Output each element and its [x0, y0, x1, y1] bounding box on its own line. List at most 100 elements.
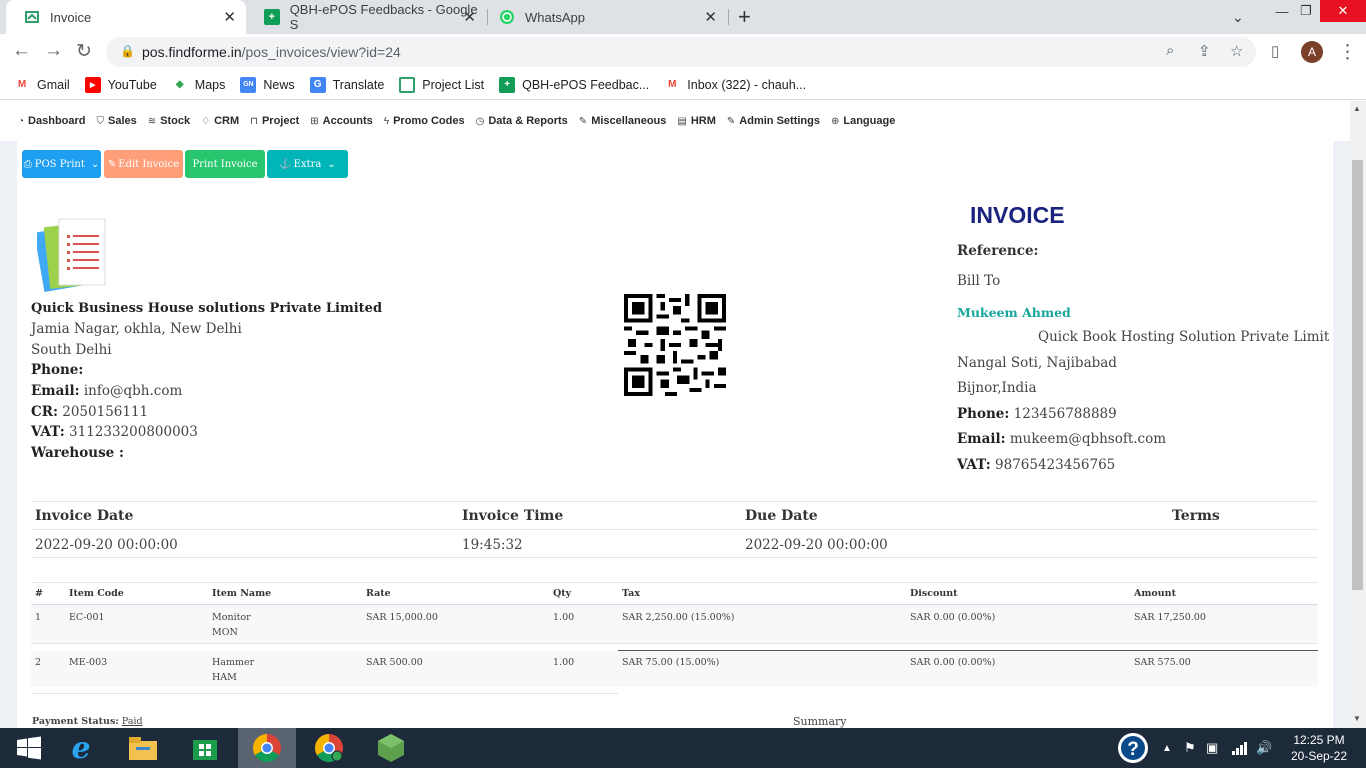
gmail-icon: M	[17, 79, 27, 90]
bookmark-translate[interactable]: G Translate	[309, 76, 385, 93]
edit-invoice-button[interactable]: ✎ Edit Invoice	[104, 150, 183, 178]
customer-vat: VAT: 98765423456765	[957, 457, 1115, 473]
minimize-button[interactable]: —	[1272, 0, 1292, 22]
chevron-down-icon: ⌄	[327, 158, 336, 170]
maps-icon: ◆	[175, 79, 184, 90]
menu-admin-settings[interactable]: ✎ Admin Settings	[727, 115, 820, 127]
bookmark-inbox[interactable]: M Inbox (322) - chauh...	[664, 77, 806, 93]
browser-tab-strip: Invoice ✕ + QBH-ePOS Feedbacks - Google …	[0, 0, 1366, 34]
print-invoice-button[interactable]: Print Invoice	[185, 150, 265, 178]
vat-value: 98765423456765	[995, 457, 1116, 473]
menu-dashboard[interactable]: ◔ Dashboard	[18, 115, 86, 127]
item-short-code: HAM	[212, 672, 237, 683]
vat-value: 311233200800003	[69, 424, 198, 440]
tray-chevron-up-icon[interactable]: ▲	[1162, 728, 1172, 768]
items-header-no: #	[35, 588, 43, 599]
side-panel-icon[interactable]: ▯	[1271, 42, 1279, 60]
browser-menu-icon[interactable]: ⋮	[1338, 41, 1357, 64]
menu-hrm[interactable]: ▤ HRM	[677, 115, 716, 127]
file-explorer-icon[interactable]	[114, 728, 172, 768]
bookmark-label: Translate	[332, 77, 385, 92]
bookmark-label: Maps	[194, 77, 226, 92]
scroll-up-icon[interactable]: ▲	[1353, 104, 1361, 113]
extra-button[interactable]: ⚓ Extra ⌄	[267, 150, 348, 178]
store-icon[interactable]	[176, 728, 234, 768]
vat-label: VAT:	[31, 424, 65, 440]
vat-label: VAT:	[957, 457, 991, 473]
chrome-profile-taskbar-icon[interactable]	[300, 728, 358, 768]
url-text[interactable]: pos.findforme.in/pos_invoices/view?id=24	[142, 44, 401, 60]
customer-phone: Phone: 123456788889	[957, 406, 1117, 422]
sheets-icon: +	[264, 9, 280, 25]
menu-promo-codes[interactable]: ϟ Promo Codes	[384, 115, 465, 127]
reload-icon[interactable]: ↻	[76, 40, 92, 63]
pos-print-button[interactable]: ⎙ POS Print ⌄	[22, 150, 101, 178]
menu-project[interactable]: ⊓ Project	[250, 115, 299, 127]
scroll-down-icon[interactable]: ▼	[1353, 714, 1361, 723]
chrome-taskbar-icon-active[interactable]	[238, 728, 296, 768]
menu-data-reports[interactable]: ◷ Data & Reports	[476, 115, 568, 127]
items-header-qty: Qty	[553, 588, 572, 599]
forward-icon[interactable]: →	[44, 40, 63, 62]
item-qty: 1.00	[553, 612, 575, 623]
table-divider	[31, 643, 1318, 644]
close-window-button[interactable]: ✕	[1320, 0, 1366, 22]
email-label: Email:	[31, 383, 80, 399]
customer-name-link[interactable]: Mukeem Ahmed	[957, 305, 1071, 320]
bookmark-maps[interactable]: ◆ Maps	[172, 77, 226, 93]
menu-accounts[interactable]: ⊞ Accounts	[310, 115, 373, 127]
volume-icon[interactable]: 🔊	[1256, 728, 1272, 768]
tab-invoice[interactable]: Invoice ✕	[6, 0, 246, 34]
bookmark-project-list[interactable]: Project List	[399, 76, 484, 93]
wifi-signal-icon[interactable]	[1232, 728, 1248, 768]
tab-separator	[728, 9, 729, 25]
close-icon[interactable]: ✕	[223, 8, 236, 26]
back-icon[interactable]: ←	[12, 40, 31, 62]
menu-crm[interactable]: ♢ CRM	[201, 115, 239, 127]
start-button[interactable]	[0, 728, 58, 768]
flag-icon[interactable]: ⚑	[1184, 728, 1196, 768]
items-header-code: Item Code	[69, 588, 124, 599]
menu-miscellaneous[interactable]: ✎ Miscellaneous	[579, 115, 667, 127]
item-qty: 1.00	[553, 657, 575, 668]
system-clock[interactable]: 12:25 PM 20-Sep-22	[1290, 728, 1348, 768]
scrollbar-thumb[interactable]	[1352, 160, 1363, 590]
button-label: POS Print	[34, 158, 85, 170]
item-rate: SAR 15,000.00	[366, 612, 438, 623]
network-adapter-icon[interactable]: ▣	[1206, 728, 1218, 768]
svg-text:?: ?	[1127, 739, 1139, 760]
share-icon[interactable]: ⇪	[1198, 42, 1211, 60]
menu-sales[interactable]: ⛉ Sales	[97, 115, 137, 127]
tab-whatsapp[interactable]: WhatsApp ✕	[487, 0, 727, 34]
bookmark-star-icon[interactable]: ☆	[1230, 42, 1243, 60]
bookmark-youtube[interactable]: ▶ YouTube	[84, 76, 157, 93]
customer-company: Quick Book Hosting Solution Private Limi…	[1038, 329, 1330, 345]
invoice-date-header: Invoice Date	[35, 508, 134, 524]
payment-status-label: Payment Status:	[32, 716, 119, 727]
help-icon[interactable]: ?	[1117, 728, 1149, 768]
nodejs-icon[interactable]	[362, 728, 420, 768]
items-header-name: Item Name	[212, 588, 272, 599]
company-logo	[34, 217, 109, 300]
address-toolbar: ← → ↻ 🔒 pos.findforme.in/pos_invoices/vi…	[0, 34, 1366, 70]
invoice-card: ⎙ POS Print ⌄ ✎ Edit Invoice Print Invoice …	[17, 141, 1333, 728]
internet-explorer-icon[interactable]: e	[52, 728, 110, 768]
omnibox[interactable]: 🔒 pos.findforme.in/pos_invoices/view?id=…	[106, 37, 1256, 67]
profile-avatar[interactable]: A	[1301, 41, 1323, 63]
bookmark-feedbacks[interactable]: + QBH-ePOS Feedbac...	[499, 76, 649, 93]
new-tab-button[interactable]: +	[738, 4, 751, 30]
bookmark-gmail[interactable]: M Gmail	[14, 77, 70, 93]
menu-language[interactable]: ⊕ Language	[831, 115, 895, 127]
bookmark-news[interactable]: GN News	[240, 76, 295, 93]
tab-sheets[interactable]: + QBH-ePOS Feedbacks - Google S ✕	[246, 0, 486, 34]
items-header-rate: Rate	[366, 588, 391, 599]
tab-search-chevron-icon[interactable]: ⌄	[1232, 6, 1244, 28]
close-icon[interactable]: ✕	[463, 8, 476, 26]
zoom-search-icon[interactable]: ⌕	[1166, 42, 1174, 59]
menu-stock[interactable]: ≋ Stock	[148, 115, 190, 127]
maximize-button[interactable]: ❐	[1296, 0, 1316, 22]
payment-status-link[interactable]: Paid	[122, 716, 143, 727]
terms-header: Terms	[1172, 508, 1220, 524]
close-icon[interactable]: ✕	[704, 8, 717, 26]
menu-label: Sales	[108, 115, 137, 127]
